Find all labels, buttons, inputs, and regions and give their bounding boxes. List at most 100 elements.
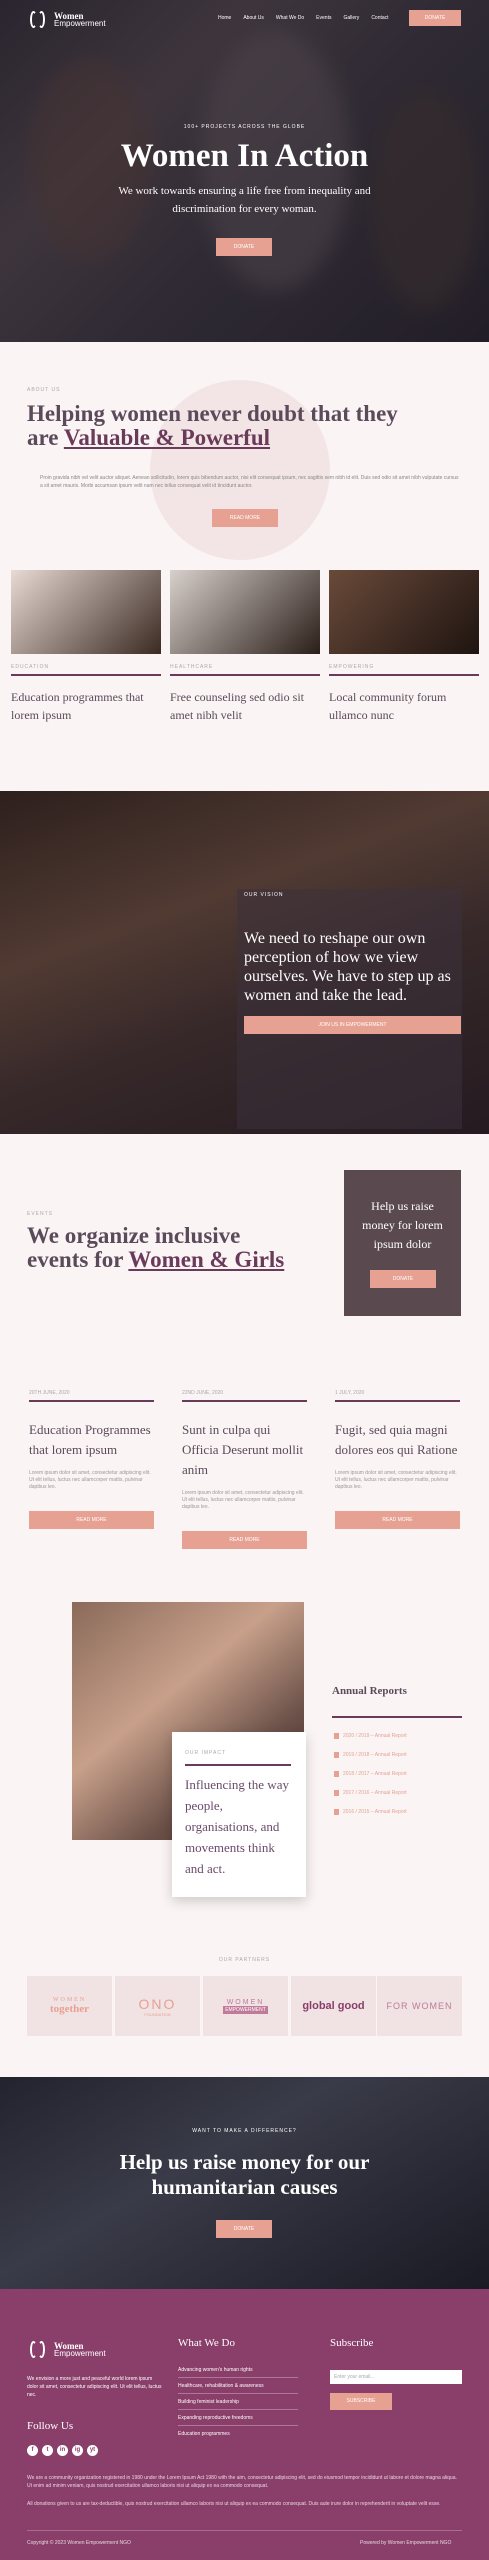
logo-mark-icon — [27, 2339, 49, 2361]
card-title[interactable]: Local community forum ullamco nunc — [329, 688, 479, 724]
nav-donate-button[interactable]: DONATE — [409, 10, 461, 26]
event-title[interactable]: Fugit, sed quia magni dolores eos qui Ra… — [335, 1420, 460, 1460]
program-card[interactable]: EMPOWERING Local community forum ullamco… — [329, 570, 479, 724]
hero-subtitle: We work towards ensuring a life free fro… — [118, 185, 371, 215]
hero-donate-button[interactable]: DONATE — [216, 238, 272, 256]
nav-link-about[interactable]: About Us — [243, 15, 264, 21]
nav-link-events[interactable]: Events — [316, 15, 331, 21]
partner-line1: WOMEN — [226, 1998, 265, 2006]
report-link[interactable]: 2016 / 2015 – Annual Report — [334, 1809, 407, 1815]
partner-line2: FOUNDATION — [144, 2011, 171, 2017]
partner-logo[interactable]: ONO FOUNDATION — [115, 1976, 200, 2036]
partner-line1: global good — [302, 2000, 365, 2012]
footer-link[interactable]: Building feminist leadership — [178, 2399, 239, 2405]
program-card[interactable]: EDUCATION Education programmes that lore… — [11, 570, 161, 724]
cta-kicker: WANT TO MAKE A DIFFERENCE? — [192, 2128, 297, 2134]
card-image — [11, 570, 161, 654]
raise-donate-button[interactable]: DONATE — [370, 1270, 436, 1288]
event-desc: Lorem ipsum dolor sit amet, consectetur … — [29, 1470, 151, 1490]
impact-text: Influencing the way people, organisation… — [185, 1777, 289, 1876]
footer-link[interactable]: Advancing women's human rights — [178, 2367, 253, 2373]
event-read-more-button[interactable]: READ MORE — [182, 1531, 307, 1549]
brand-tagline: Empowerment — [54, 19, 106, 28]
event-divider — [335, 1400, 460, 1402]
partner-line1: FOR WOMEN — [386, 2001, 453, 2011]
report-label: 2016 / 2015 – Annual Report — [343, 1809, 407, 1815]
email-field[interactable]: Enter your email... — [330, 2370, 462, 2384]
about-title-emphasis: Valuable & Powerful — [63, 425, 271, 450]
partner-logo[interactable]: global good — [291, 1976, 376, 2036]
subscribe-button[interactable]: SUBSCRIBE — [330, 2393, 392, 2410]
powered-by: Powered by Women Empowerment NGO — [360, 2540, 452, 2546]
document-icon — [334, 1771, 339, 1777]
footer-legal: All donations given to us are tax-deduct… — [27, 2501, 441, 2507]
footer-link-divider — [178, 2425, 298, 2426]
event-date: 20TH JUNE, 2020 — [29, 1390, 70, 1396]
nav-link-what-we-do[interactable]: What We Do — [276, 15, 304, 21]
card-title[interactable]: Education programmes that lorem ipsum — [11, 688, 161, 724]
nav-link-contact[interactable]: Contact — [371, 15, 388, 21]
footer-link[interactable]: Healthcare, rehabilitation & awareness — [178, 2383, 264, 2389]
subscribe-title: Subscribe — [330, 2337, 374, 2349]
report-link[interactable]: 2019 / 2018 – Annual Report — [334, 1752, 407, 1758]
partner-logo[interactable]: FOR WOMEN — [377, 1976, 462, 2036]
card-image — [329, 570, 479, 654]
event-title[interactable]: Sunt in culpa qui Officia Deserunt molli… — [182, 1420, 307, 1480]
partner-line2: together — [49, 2003, 90, 2015]
partners-kicker: OUR PARTNERS — [218, 1957, 271, 1963]
event-title[interactable]: Education Programmes that lorem ipsum — [29, 1420, 154, 1460]
top-nav: Women Empowerment Home About Us What We … — [0, 8, 489, 30]
facebook-icon[interactable]: f — [27, 2445, 38, 2456]
event-desc: Lorem ipsum dolor sit amet, consectetur … — [182, 1490, 304, 1510]
copyright: Copyright © 2023 Women Empowerment NGO — [27, 2540, 131, 2546]
about-read-more-button[interactable]: READ MORE — [212, 509, 278, 527]
footer-link[interactable]: Education programmes — [178, 2431, 230, 2437]
footer-divider — [27, 2530, 462, 2531]
impact-kicker: OUR IMPACT — [185, 1750, 227, 1756]
footer-link[interactable]: Expanding reproductive freedoms — [178, 2415, 253, 2421]
logo-text: Women Empowerment — [54, 12, 106, 28]
document-icon — [334, 1733, 339, 1739]
card-divider — [170, 674, 320, 676]
report-label: 2019 / 2018 – Annual Report — [343, 1752, 407, 1758]
event-card: 20TH JUNE, 2020 Education Programmes tha… — [29, 1390, 154, 1529]
partner-logo[interactable]: WOMEN together — [27, 1976, 112, 2036]
site-logo[interactable]: Women Empowerment — [27, 9, 106, 31]
card-kicker: HEALTHCARE — [170, 664, 214, 670]
event-card: 1 JULY, 2020 Fugit, sed quia magni dolor… — [335, 1390, 460, 1529]
partner-line1: ONO — [138, 1995, 177, 2012]
join-button[interactable]: JOIN US IN EMPOWERMENT — [244, 1016, 461, 1034]
hero-kicker: 100+ PROJECTS ACROSS THE GLOBE — [183, 124, 306, 130]
social-links: f t in ig yt — [27, 2445, 98, 2456]
nav-link-gallery[interactable]: Gallery — [343, 15, 359, 21]
program-card[interactable]: HEALTHCARE Free counseling sed odio sit … — [170, 570, 320, 724]
card-image — [170, 570, 320, 654]
report-link[interactable]: 2017 / 2016 – Annual Report — [334, 1790, 407, 1796]
report-link[interactable]: 2020 / 2019 – Annual Report — [334, 1733, 407, 1739]
event-read-more-button[interactable]: READ MORE — [335, 1511, 460, 1529]
follow-title: Follow Us — [27, 2420, 74, 2432]
hero-title: Women In Action — [120, 138, 369, 174]
instagram-icon[interactable]: ig — [72, 2445, 83, 2456]
footer-legal: We are a community organization register… — [27, 2475, 457, 2489]
report-link[interactable]: 2018 / 2017 – Annual Report — [334, 1771, 407, 1777]
footer-about: We envision a more just and peaceful wor… — [27, 2376, 162, 2398]
cta-donate-button[interactable]: DONATE — [216, 2220, 272, 2238]
footer-logo[interactable]: Women Empowerment — [27, 2339, 106, 2361]
event-divider — [29, 1400, 154, 1402]
youtube-icon[interactable]: yt — [87, 2445, 98, 2456]
linkedin-icon[interactable]: in — [57, 2445, 68, 2456]
document-icon — [334, 1809, 339, 1815]
reports-title: Annual Reports — [332, 1685, 407, 1697]
card-kicker: EMPOWERING — [329, 664, 375, 670]
nav-link-home[interactable]: Home — [218, 15, 231, 21]
partner-logo[interactable]: WOMEN EMPOWERMENT — [203, 1976, 288, 2036]
twitter-icon[interactable]: t — [42, 2445, 53, 2456]
impact-divider — [185, 1764, 291, 1766]
vision-panel — [237, 889, 462, 1129]
card-title[interactable]: Free counseling sed odio sit amet nibh v… — [170, 688, 320, 724]
event-read-more-button[interactable]: READ MORE — [29, 1511, 154, 1529]
card-divider — [329, 674, 479, 676]
report-label: 2018 / 2017 – Annual Report — [343, 1771, 407, 1777]
event-date: 1 JULY, 2020 — [335, 1390, 365, 1396]
